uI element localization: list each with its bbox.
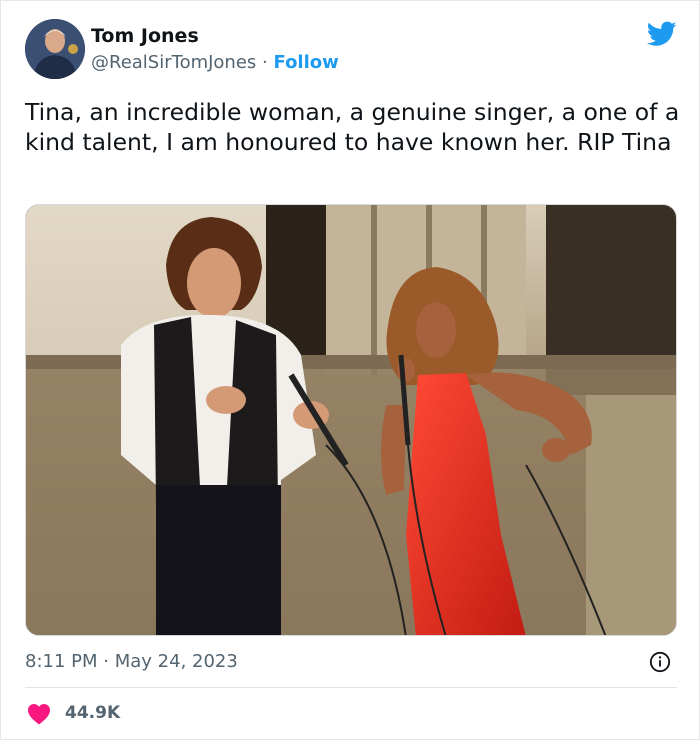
heart-icon[interactable] bbox=[27, 703, 51, 725]
tweet-time: 8:11 PM bbox=[25, 651, 98, 672]
divider bbox=[25, 687, 677, 688]
tweet-photo[interactable] bbox=[25, 204, 677, 636]
separator: · bbox=[262, 52, 268, 73]
tweet-timestamp[interactable]: 8:11 PM · May 24, 2023 bbox=[25, 651, 238, 672]
tweet-text: Tina, an incredible woman, a genuine sin… bbox=[25, 98, 680, 156]
separator: · bbox=[103, 651, 109, 672]
avatar[interactable] bbox=[25, 19, 85, 79]
tweet-date: May 24, 2023 bbox=[114, 651, 238, 672]
like-count: 44.9K bbox=[65, 703, 121, 723]
author-handle-row: @RealSirTomJones · Follow bbox=[91, 52, 339, 73]
twitter-bird-icon[interactable] bbox=[647, 21, 677, 47]
author-name[interactable]: Tom Jones bbox=[91, 25, 199, 47]
tweet-header: Tom Jones @RealSirTomJones · Follow bbox=[25, 19, 677, 81]
tweet-card: Tom Jones @RealSirTomJones · Follow Tina… bbox=[0, 0, 700, 740]
author-handle[interactable]: @RealSirTomJones bbox=[91, 52, 256, 73]
info-icon[interactable] bbox=[649, 651, 671, 673]
follow-button[interactable]: Follow bbox=[274, 52, 339, 73]
